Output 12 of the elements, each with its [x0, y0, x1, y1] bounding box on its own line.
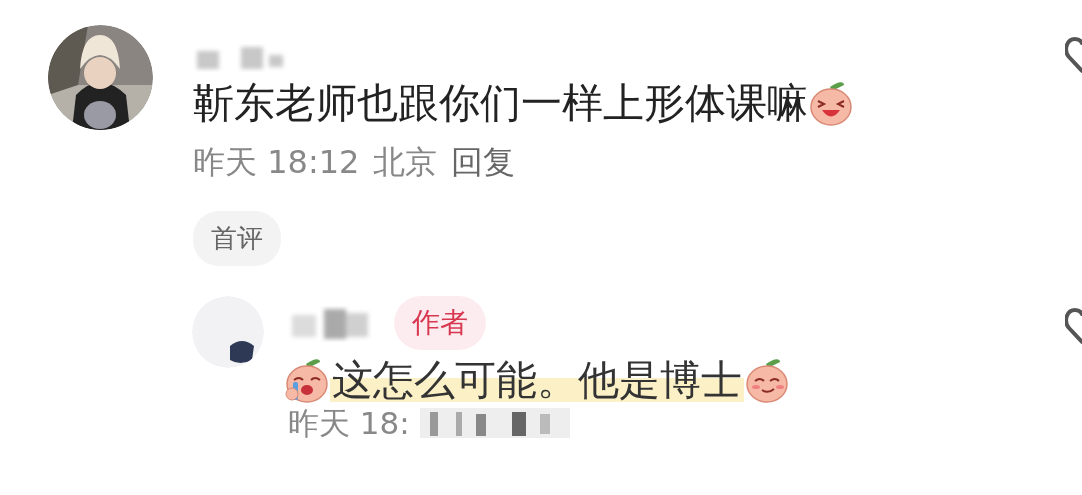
reply-link[interactable]: 回复 — [451, 141, 516, 185]
comment-location: 北京 — [373, 142, 438, 183]
reply-text: 这怎么可能。他是博士 — [330, 358, 744, 402]
first-comment-tag: 首评 — [193, 211, 281, 266]
emoji-icon — [808, 79, 854, 127]
emoji-icon — [744, 356, 790, 404]
comment-time: 昨天 18:12 — [193, 142, 360, 183]
reply-time: 昨天 18: — [288, 406, 410, 440]
avatar — [192, 296, 264, 368]
emoji-icon — [284, 356, 330, 404]
author-badge: 作者 — [394, 296, 486, 350]
comment-text: 靳东老师也跟你们一样上形体课嘛 — [193, 81, 808, 125]
